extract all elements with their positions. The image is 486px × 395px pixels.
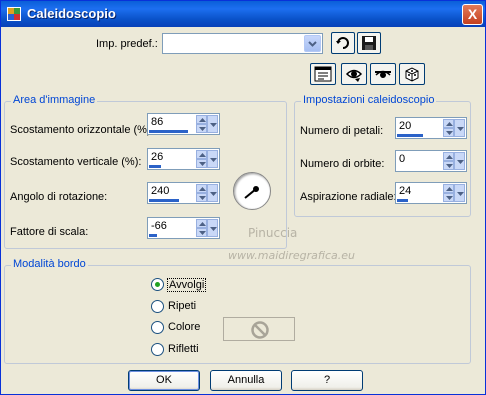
kaleidoscope-settings-title: Impostazioni caleidoscopio bbox=[301, 94, 437, 106]
cancel-button[interactable]: Annulla bbox=[210, 370, 282, 391]
radio-reflect[interactable]: Rifletti bbox=[151, 342, 211, 358]
vertical-offset-bar bbox=[149, 165, 161, 168]
petals-value: 20 bbox=[399, 120, 412, 132]
spin-down-icon[interactable] bbox=[196, 193, 207, 202]
watermark-name: Pinuccia bbox=[248, 226, 298, 240]
ok-button[interactable]: OK bbox=[128, 370, 200, 391]
radio-reflect-button[interactable] bbox=[151, 343, 164, 356]
horizontal-offset-bar bbox=[149, 130, 188, 133]
scale-factor-value: -66 bbox=[151, 220, 167, 232]
radio-wrap[interactable]: Avvolgi bbox=[151, 277, 211, 293]
spin-up-icon[interactable] bbox=[196, 219, 207, 228]
spin-up-icon[interactable] bbox=[443, 152, 454, 161]
chevron-down-icon[interactable] bbox=[207, 219, 218, 237]
chevron-down-icon[interactable] bbox=[207, 184, 218, 202]
rotation-angle-value: 240 bbox=[151, 185, 170, 197]
show-original-button[interactable] bbox=[341, 63, 367, 85]
radial-suction-label: Aspirazione radiale: bbox=[300, 191, 397, 203]
horizontal-offset-value: 86 bbox=[151, 116, 164, 128]
ok-button-label: OK bbox=[156, 374, 172, 386]
preset-label: Imp. predef.: bbox=[96, 38, 158, 50]
dialog-window: Caleidoscopio X Imp. predef.: Area d'imm… bbox=[0, 0, 486, 395]
chevron-down-icon[interactable] bbox=[207, 150, 218, 168]
app-icon bbox=[7, 7, 21, 21]
radio-repeat-label: Ripeti bbox=[168, 300, 197, 312]
spin-up-icon[interactable] bbox=[196, 184, 207, 193]
petals-spinbox[interactable]: 20 bbox=[395, 117, 467, 139]
petals-bar bbox=[397, 134, 423, 137]
spin-up-icon[interactable] bbox=[443, 119, 454, 128]
radio-repeat-button[interactable] bbox=[151, 300, 164, 313]
spin-down-icon[interactable] bbox=[196, 159, 207, 168]
image-area-title: Area d'immagine bbox=[11, 94, 98, 106]
hide-original-icon bbox=[375, 70, 391, 78]
vertical-offset-label: Scostamento verticale (%): bbox=[10, 156, 142, 168]
border-mode-title: Modalità bordo bbox=[11, 258, 88, 270]
radio-color[interactable]: Colore bbox=[151, 320, 211, 336]
orbits-spinbox[interactable]: 0 bbox=[395, 150, 467, 172]
radial-suction-bar bbox=[397, 199, 408, 202]
radio-color-label: Colore bbox=[168, 321, 201, 333]
radio-repeat[interactable]: Ripeti bbox=[151, 299, 211, 315]
rotation-angle-spinbox[interactable]: 240 bbox=[147, 182, 220, 204]
vertical-offset-value: 26 bbox=[151, 151, 164, 163]
orbits-label: Numero di orbite: bbox=[300, 158, 385, 170]
reset-icon bbox=[336, 37, 349, 49]
orbits-value: 0 bbox=[399, 153, 406, 165]
reset-preset-button[interactable] bbox=[331, 32, 355, 54]
preset-list-button[interactable] bbox=[310, 63, 336, 85]
disabled-icon bbox=[251, 321, 269, 339]
preset-list-icon bbox=[314, 66, 332, 82]
radio-wrap-button[interactable] bbox=[151, 278, 164, 291]
horizontal-offset-label: Scostamento orizzontale (%): bbox=[10, 124, 154, 136]
dial-needle-icon bbox=[244, 186, 259, 199]
window-title: Caleidoscopio bbox=[27, 6, 116, 21]
rotation-angle-label: Angolo di rotazione: bbox=[10, 191, 108, 203]
close-button[interactable]: X bbox=[462, 4, 483, 25]
rotation-dial[interactable] bbox=[233, 172, 271, 210]
scale-factor-spinbox[interactable]: -66 bbox=[147, 217, 220, 239]
radio-wrap-label: Avvolgi bbox=[167, 278, 207, 292]
radial-suction-spinbox[interactable]: 24 bbox=[395, 182, 467, 204]
vertical-offset-spinbox[interactable]: 26 bbox=[147, 148, 220, 170]
spin-down-icon[interactable] bbox=[443, 193, 454, 202]
preset-combobox[interactable] bbox=[162, 33, 323, 54]
hide-original-button[interactable] bbox=[370, 63, 396, 85]
border-mode-group: Modalità bordo bbox=[4, 258, 471, 364]
rotation-angle-bar bbox=[149, 199, 179, 202]
spin-up-icon[interactable] bbox=[443, 184, 454, 193]
title-bar[interactable]: Caleidoscopio X bbox=[1, 1, 485, 27]
color-swatch[interactable] bbox=[223, 317, 295, 341]
randomize-icon bbox=[405, 67, 419, 82]
radio-reflect-label: Rifletti bbox=[168, 343, 199, 355]
preset-dropdown-button[interactable] bbox=[304, 35, 321, 52]
show-original-icon bbox=[345, 69, 363, 82]
close-icon: X bbox=[467, 6, 478, 22]
petals-label: Numero di petali: bbox=[300, 125, 384, 137]
chevron-down-icon[interactable] bbox=[454, 119, 465, 137]
spin-down-icon[interactable] bbox=[196, 124, 207, 133]
save-preset-button[interactable] bbox=[357, 32, 381, 54]
chevron-down-icon bbox=[308, 41, 317, 47]
horizontal-offset-spinbox[interactable]: 86 bbox=[147, 113, 220, 135]
save-icon bbox=[362, 36, 376, 50]
randomize-button[interactable] bbox=[399, 63, 425, 85]
chevron-down-icon[interactable] bbox=[454, 152, 465, 170]
cancel-button-label: Annulla bbox=[227, 374, 265, 386]
help-button-label: ? bbox=[323, 374, 331, 386]
spin-down-icon[interactable] bbox=[443, 161, 454, 170]
spin-up-icon[interactable] bbox=[196, 115, 207, 124]
radio-color-button[interactable] bbox=[151, 321, 164, 334]
watermark-url: www.maidiregrafica.eu bbox=[228, 249, 355, 262]
help-button[interactable]: ? bbox=[291, 370, 363, 391]
spin-down-icon[interactable] bbox=[196, 228, 207, 237]
chevron-down-icon[interactable] bbox=[454, 184, 465, 202]
chevron-down-icon[interactable] bbox=[207, 115, 218, 133]
scale-factor-bar bbox=[149, 234, 157, 237]
scale-factor-label: Fattore di scala: bbox=[10, 226, 89, 238]
radial-suction-value: 24 bbox=[399, 185, 412, 197]
spin-up-icon[interactable] bbox=[196, 150, 207, 159]
spin-down-icon[interactable] bbox=[443, 128, 454, 137]
